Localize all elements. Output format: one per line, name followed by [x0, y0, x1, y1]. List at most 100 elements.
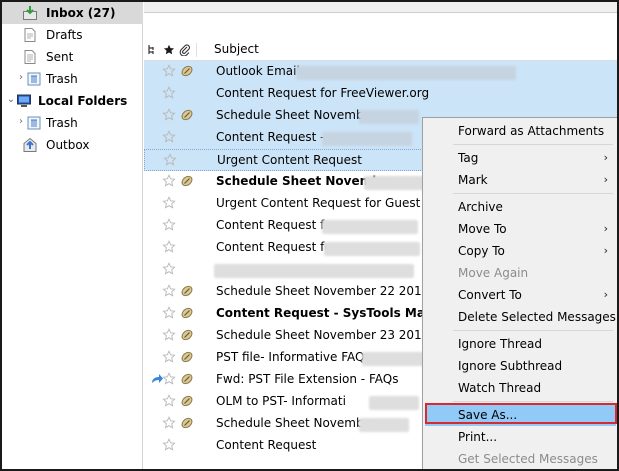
folder-trash[interactable]: › Trash: [2, 112, 143, 134]
menu-item-label: Archive: [458, 200, 503, 214]
submenu-arrow-icon: ›: [603, 288, 608, 301]
submenu-arrow-icon: ›: [603, 173, 608, 186]
star-icon[interactable]: [162, 174, 176, 188]
folder-label: Inbox (27): [46, 6, 116, 20]
attachment-icon: [180, 108, 194, 122]
chevron-right-icon[interactable]: ›: [16, 72, 26, 83]
menu-item-label: Tag: [458, 151, 479, 165]
message-subject: Schedule Sheet November: [216, 108, 376, 122]
message-subject: Content Request -: [216, 130, 325, 144]
attachment-icon: [180, 284, 194, 298]
attachment-icon: [180, 350, 194, 364]
redacted-text: [296, 66, 516, 80]
attachment-column-icon[interactable]: [178, 42, 192, 58]
redacted-text: [322, 132, 412, 146]
star-icon[interactable]: [162, 196, 176, 210]
star-icon[interactable]: [162, 284, 176, 298]
menu-item-delete-selected-messages[interactable]: Delete Selected Messages: [425, 306, 616, 328]
inbox-icon: [22, 5, 38, 21]
redacted-text: [324, 242, 420, 256]
star-icon[interactable]: [162, 416, 176, 430]
star-icon[interactable]: [162, 328, 176, 342]
menu-item-label: Mark: [458, 173, 488, 187]
menu-item-save-as[interactable]: Save As...: [425, 404, 616, 426]
menu-item-tag[interactable]: Tag ›: [425, 147, 616, 169]
message-subject: Content Request for: [216, 240, 337, 254]
folder-label: Local Folders: [38, 94, 128, 108]
menu-item-print[interactable]: Print...: [425, 426, 616, 448]
folder-label: Trash: [46, 116, 78, 130]
menu-item-convert-to[interactable]: Convert To ›: [425, 284, 616, 306]
trash-icon: [26, 115, 42, 131]
menu-item-watch-thread[interactable]: Watch Thread: [425, 377, 616, 399]
context-menu: Forward as Attachments Tag › Mark › Archive Mo…: [422, 117, 617, 469]
thread-column-icon[interactable]: [146, 42, 160, 58]
menu-item-move-to[interactable]: Move To ›: [425, 218, 616, 240]
star-icon[interactable]: [162, 64, 176, 78]
menu-item-get-selected-messages: Get Selected Messages: [425, 448, 616, 469]
star-icon[interactable]: [162, 130, 176, 144]
star-icon[interactable]: [162, 350, 176, 364]
message-subject: Fwd: PST File Extension - FAQs: [216, 372, 399, 386]
menu-item-label: Move Again: [458, 266, 529, 280]
message-subject: Content Request for: [216, 218, 337, 232]
star-icon[interactable]: [162, 218, 176, 232]
message-subject: Content Request for FreeViewer.org: [216, 86, 430, 100]
menu-item-label: Move To: [458, 222, 507, 236]
menu-item-move-again: Move Again: [425, 262, 616, 284]
star-icon[interactable]: [162, 438, 176, 452]
menu-separator: [453, 330, 613, 331]
star-icon[interactable]: [163, 153, 177, 167]
menu-item-label: Delete Selected Messages: [458, 310, 616, 324]
local-folders-icon: [16, 93, 32, 109]
message-subject: Content Request: [216, 438, 317, 452]
star-icon[interactable]: [162, 306, 176, 320]
folder-drafts[interactable]: Drafts: [2, 24, 143, 46]
menu-separator: [453, 144, 613, 145]
star-icon[interactable]: [162, 108, 176, 122]
sent-icon: [22, 49, 38, 65]
menu-item-mark[interactable]: Mark ›: [425, 169, 616, 191]
star-icon[interactable]: [162, 372, 176, 386]
star-icon[interactable]: [162, 262, 176, 276]
chevron-down-icon[interactable]: ⌄: [6, 94, 16, 105]
star-icon[interactable]: [162, 240, 176, 254]
subject-column-header[interactable]: Subject: [214, 42, 259, 56]
menu-item-forward-as-attachments[interactable]: Forward as Attachments: [425, 120, 616, 142]
drafts-icon: [22, 27, 38, 43]
folder-inbox-27[interactable]: Inbox (27): [2, 2, 143, 24]
folder-label: Sent: [46, 50, 74, 64]
menu-item-archive[interactable]: Archive: [425, 196, 616, 218]
message-row[interactable]: Content Request for FreeViewer.org: [144, 83, 617, 105]
menu-item-label: Ignore Subthread: [458, 359, 563, 373]
menu-item-label: Convert To: [458, 288, 522, 302]
folder-pane: Inbox (27) Drafts Sent › Trash ⌄ Local Folders…: [2, 2, 143, 469]
redacted-text: [369, 396, 419, 410]
star-column-icon[interactable]: [162, 42, 176, 58]
menu-separator: [453, 193, 613, 194]
menu-item-label: Copy To: [458, 244, 505, 258]
message-row[interactable]: Outlook Email-: [144, 61, 617, 83]
folder-outbox[interactable]: Outbox: [2, 134, 143, 156]
star-icon[interactable]: [162, 394, 176, 408]
folder-trash[interactable]: › Trash: [2, 68, 143, 90]
redacted-text: [359, 110, 419, 124]
submenu-arrow-icon: ›: [603, 151, 608, 164]
menu-separator: [453, 401, 613, 402]
menu-item-copy-to[interactable]: Copy To ›: [425, 240, 616, 262]
menu-item-label: Get Selected Messages: [458, 452, 598, 466]
message-subject: Schedule Sheet November: [216, 416, 376, 430]
menu-item-label: Print...: [458, 430, 498, 444]
folder-sent[interactable]: Sent: [2, 46, 143, 68]
message-subject: PST file- Informative FAQs-: [216, 350, 376, 364]
folder-label: Outbox: [46, 138, 90, 152]
folder-local-folders[interactable]: ⌄ Local Folders: [2, 90, 143, 112]
trash-icon: [26, 71, 42, 87]
attachment-icon: [180, 394, 194, 408]
star-icon[interactable]: [162, 86, 176, 100]
chevron-right-icon[interactable]: ›: [16, 116, 26, 127]
message-subject: OLM to PST- Informati: [216, 394, 346, 408]
menu-item-ignore-thread[interactable]: Ignore Thread: [425, 333, 616, 355]
menu-item-ignore-subthread[interactable]: Ignore Subthread: [425, 355, 616, 377]
menu-item-label: Forward as Attachments: [458, 124, 605, 138]
